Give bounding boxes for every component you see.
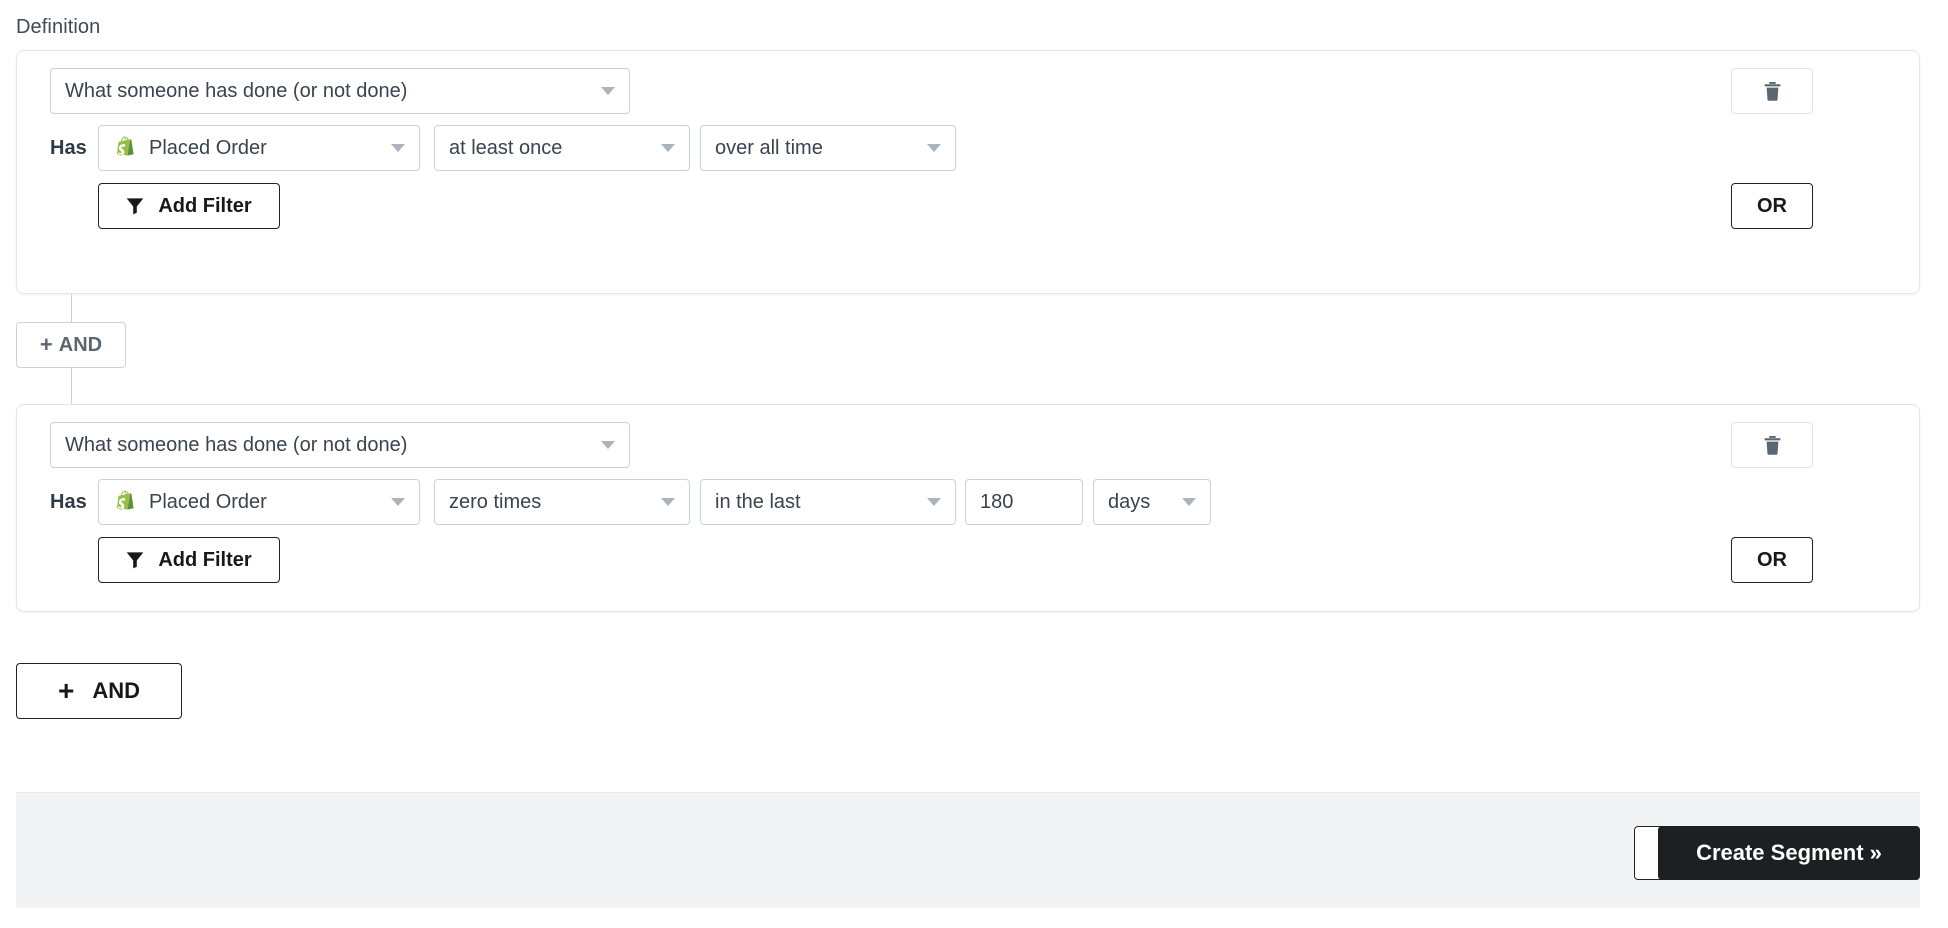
segment-definition-builder: Definition What someone has done (or not… bbox=[0, 0, 1948, 928]
delete-condition-button-1[interactable] bbox=[1731, 68, 1813, 114]
frequency-select-2-value: zero times bbox=[449, 491, 651, 514]
page-title: Definition bbox=[16, 16, 100, 39]
shopify-icon bbox=[113, 489, 137, 515]
metric-select-2[interactable]: Placed Order bbox=[98, 479, 420, 525]
or-button-2-label: OR bbox=[1757, 549, 1787, 572]
timeframe-select-2[interactable]: in the last bbox=[700, 479, 956, 525]
chevron-down-icon bbox=[1182, 498, 1196, 506]
condition-card-2: What someone has done (or not done) Has … bbox=[16, 404, 1920, 612]
condition-type-select-2[interactable]: What someone has done (or not done) bbox=[50, 422, 630, 468]
chevron-down-icon bbox=[927, 498, 941, 506]
shopify-icon bbox=[113, 135, 137, 161]
frequency-select-2[interactable]: zero times bbox=[434, 479, 690, 525]
delete-condition-button-2[interactable] bbox=[1731, 422, 1813, 468]
duration-value-input-value: 180 bbox=[980, 491, 1013, 514]
metric-select-2-value: Placed Order bbox=[149, 491, 381, 514]
condition-type-select-1-value: What someone has done (or not done) bbox=[65, 80, 591, 103]
add-filter-button-1-label: Add Filter bbox=[158, 195, 251, 218]
trash-icon bbox=[1764, 436, 1781, 455]
add-filter-button-2[interactable]: Add Filter bbox=[98, 537, 280, 583]
add-and-group-button-label: AND bbox=[92, 678, 140, 704]
add-and-group-button-inline-label: AND bbox=[59, 334, 102, 357]
add-and-group-button-inline[interactable]: + AND bbox=[16, 322, 126, 368]
chevron-down-icon bbox=[601, 441, 615, 449]
or-button-2[interactable]: OR bbox=[1731, 537, 1813, 583]
timeframe-select-1[interactable]: over all time bbox=[700, 125, 956, 171]
duration-value-input[interactable]: 180 bbox=[965, 479, 1083, 525]
frequency-select-1[interactable]: at least once bbox=[434, 125, 690, 171]
chevron-down-icon bbox=[391, 498, 405, 506]
trash-icon bbox=[1764, 82, 1781, 101]
duration-unit-select[interactable]: days bbox=[1093, 479, 1211, 525]
connector-line-bottom bbox=[71, 366, 72, 406]
or-button-1-label: OR bbox=[1757, 195, 1787, 218]
duration-unit-select-value: days bbox=[1108, 491, 1172, 514]
funnel-icon bbox=[126, 197, 144, 215]
connector-line-top bbox=[71, 294, 72, 324]
create-segment-button-label: Create Segment » bbox=[1696, 840, 1882, 866]
add-filter-button-1[interactable]: Add Filter bbox=[98, 183, 280, 229]
condition-type-select-1[interactable]: What someone has done (or not done) bbox=[50, 68, 630, 114]
create-segment-button[interactable]: Create Segment » bbox=[1658, 826, 1920, 880]
chevron-down-icon bbox=[391, 144, 405, 152]
condition-type-select-2-value: What someone has done (or not done) bbox=[65, 434, 591, 457]
timeframe-select-2-value: in the last bbox=[715, 491, 917, 514]
has-label-1: Has bbox=[50, 125, 87, 171]
or-button-1[interactable]: OR bbox=[1731, 183, 1813, 229]
chevron-down-icon bbox=[927, 144, 941, 152]
has-label-2: Has bbox=[50, 479, 87, 525]
chevron-down-icon bbox=[661, 144, 675, 152]
timeframe-select-1-value: over all time bbox=[715, 137, 917, 160]
chevron-down-icon bbox=[661, 498, 675, 506]
add-and-group-button[interactable]: + AND bbox=[16, 663, 182, 719]
funnel-icon bbox=[126, 551, 144, 569]
frequency-select-1-value: at least once bbox=[449, 137, 651, 160]
add-filter-button-2-label: Add Filter bbox=[158, 549, 251, 572]
metric-select-1-value: Placed Order bbox=[149, 137, 381, 160]
metric-select-1[interactable]: Placed Order bbox=[98, 125, 420, 171]
condition-card-1: What someone has done (or not done) Has … bbox=[16, 50, 1920, 294]
chevron-down-icon bbox=[601, 87, 615, 95]
